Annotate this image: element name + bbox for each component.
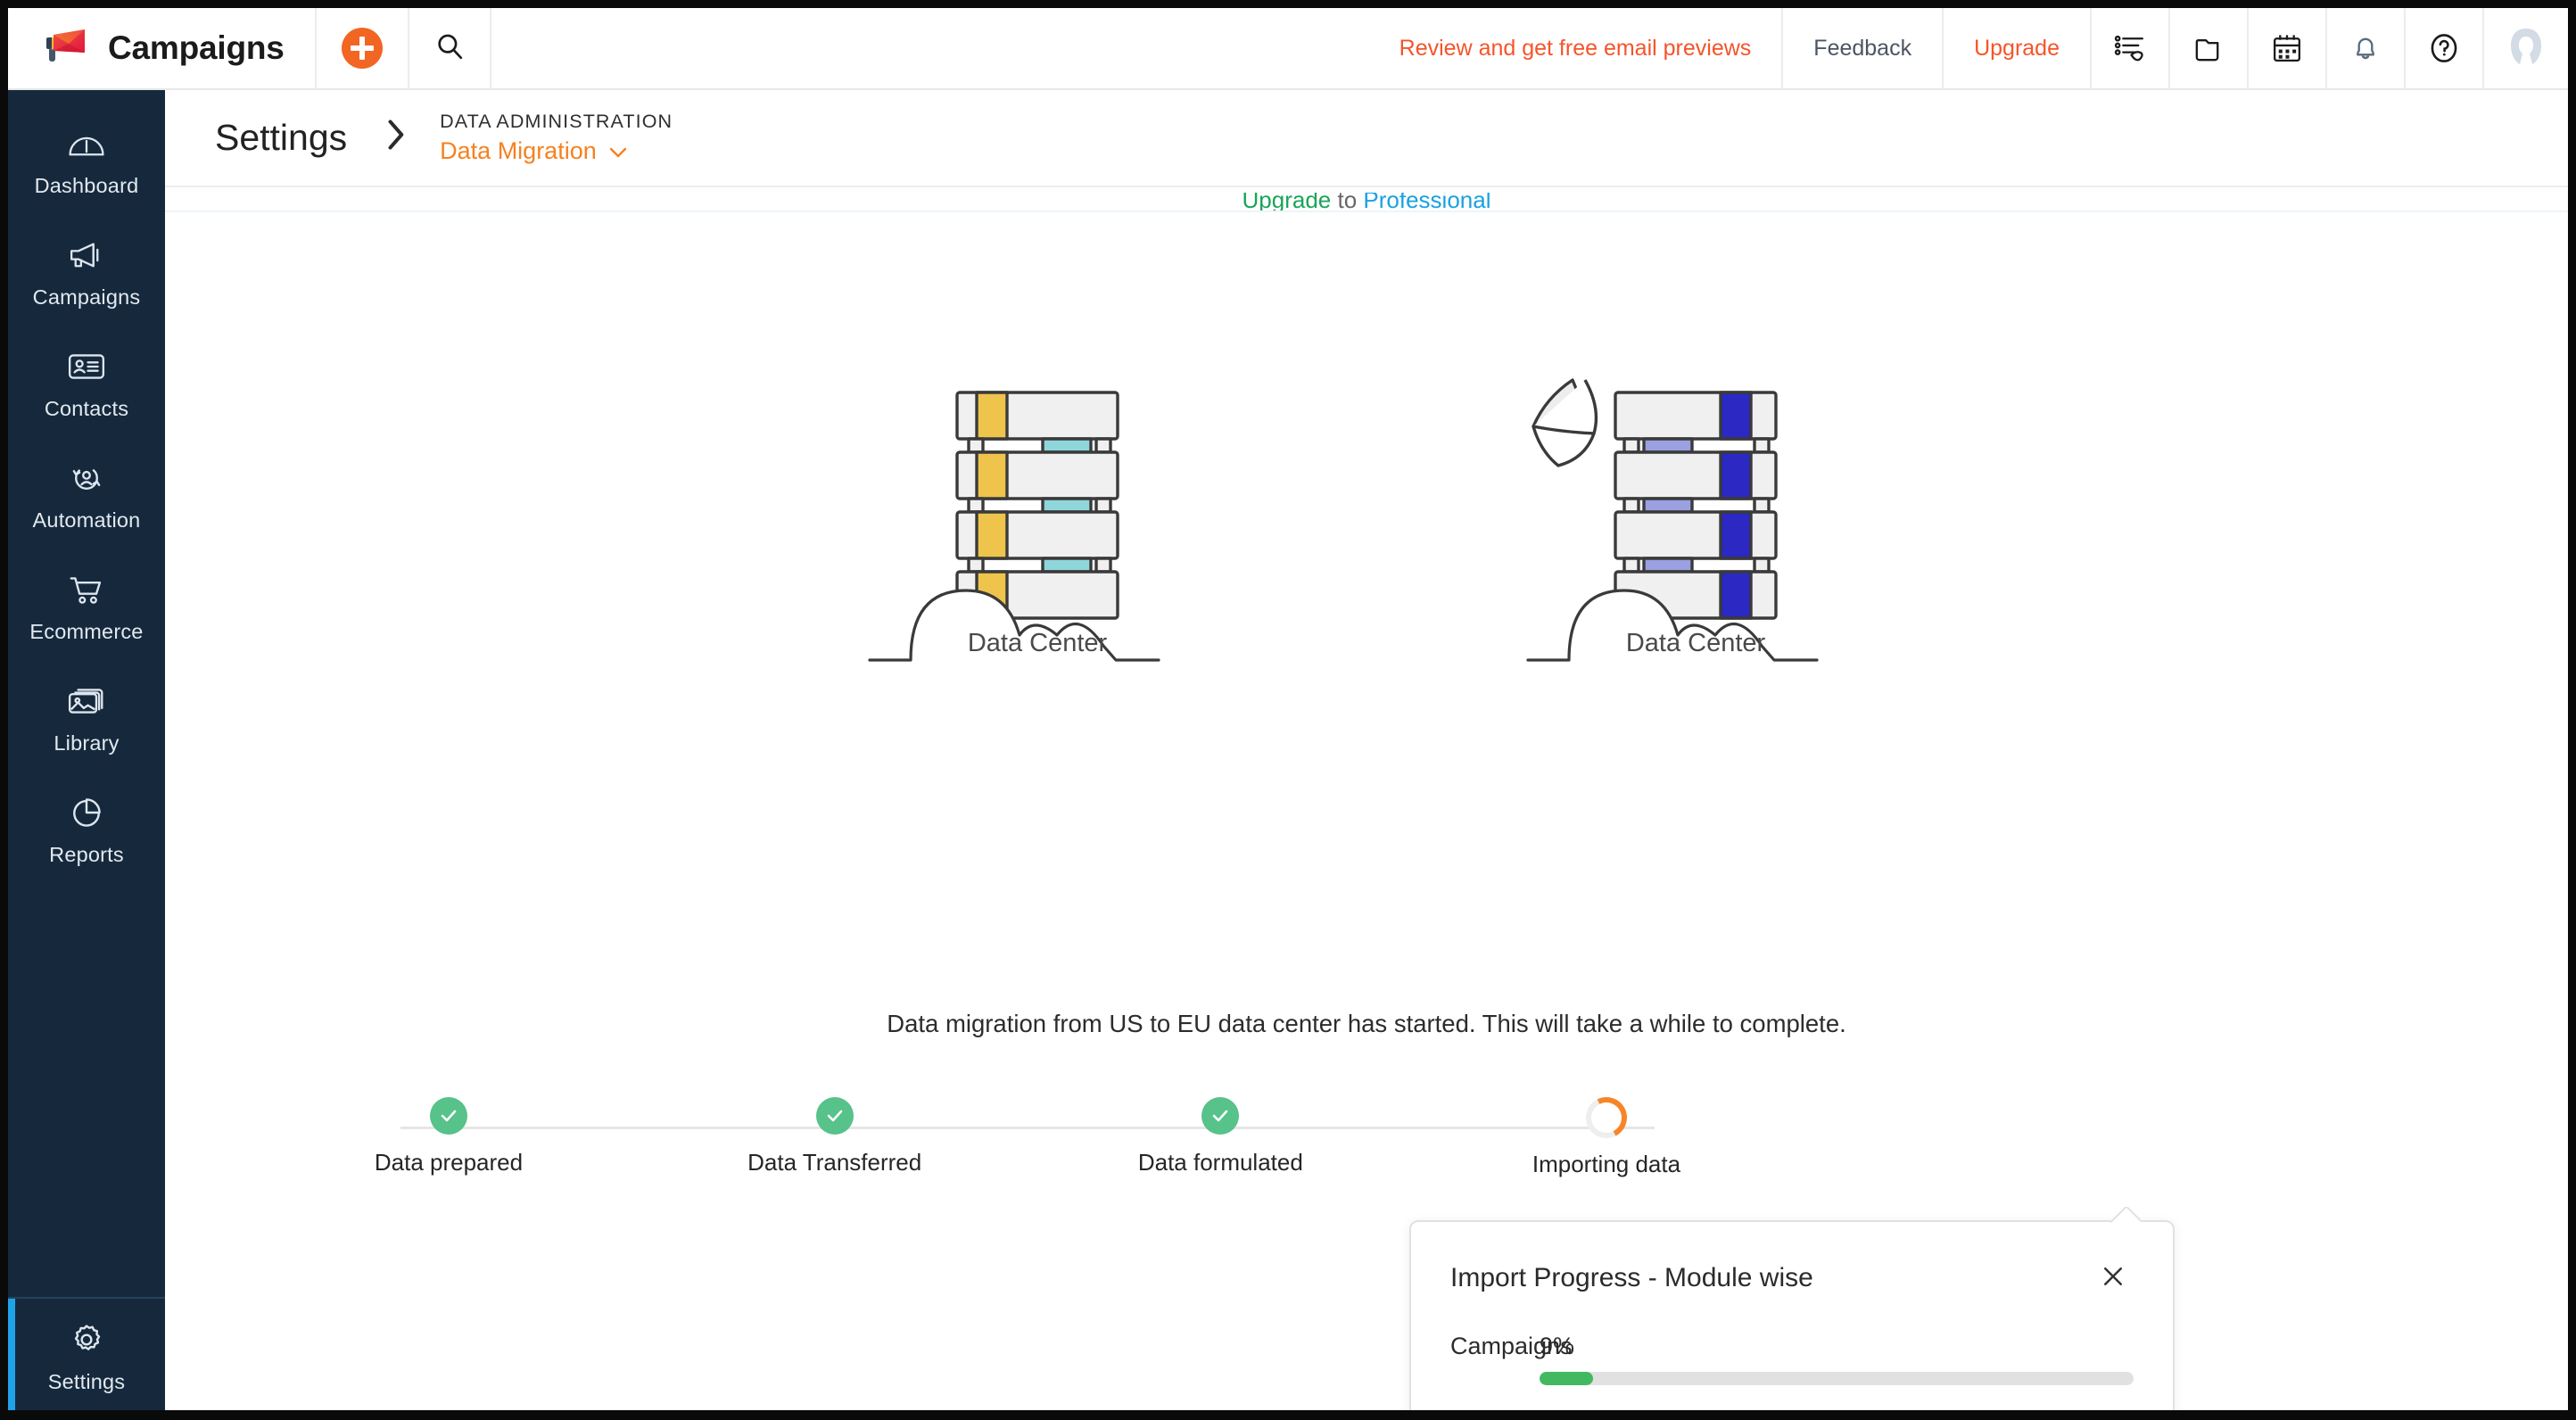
check-icon bbox=[815, 1097, 854, 1135]
sidebar-main-items: Dashboard Campaigns Contacts Automation … bbox=[8, 90, 165, 883]
brand-block[interactable]: Campaigns bbox=[8, 8, 317, 88]
pie-chart-icon bbox=[68, 789, 105, 836]
gear-icon bbox=[67, 1317, 106, 1363]
contact-card-icon bbox=[67, 343, 106, 390]
scrolled-banner-strip: Upgrade to Professional bbox=[165, 187, 2568, 212]
popup-header: Import Progress - Module wise bbox=[1411, 1222, 2173, 1295]
main-content: Upgrade to Professional Data Center Data… bbox=[165, 187, 2568, 1410]
top-bar: Campaigns Review and get free email prev… bbox=[8, 8, 2568, 90]
sidebar-item-label: Ecommerce bbox=[29, 620, 144, 643]
help-icon[interactable] bbox=[2404, 8, 2482, 88]
sidebar-item-label: Campaigns bbox=[32, 285, 141, 309]
bell-icon[interactable] bbox=[2325, 8, 2404, 88]
search-button-cell[interactable] bbox=[409, 8, 491, 88]
loading-spinner-icon bbox=[1580, 1092, 1632, 1143]
sidebar-item-campaigns[interactable]: Campaigns bbox=[8, 214, 165, 326]
progress-module-label: Campaigns bbox=[1450, 1333, 1573, 1359]
sidebar-item-reports[interactable]: Reports bbox=[8, 772, 165, 883]
calendar-icon[interactable] bbox=[2247, 8, 2325, 88]
data-center-caption: Data Center bbox=[1626, 629, 1766, 657]
import-progress-popup: Import Progress - Module wise Campaigns … bbox=[1409, 1220, 2175, 1410]
sidebar-item-settings[interactable]: Settings bbox=[8, 1297, 165, 1410]
stepper-steps: Data prepared Data Transferred Data form… bbox=[368, 1092, 1687, 1178]
progress-row-campaigns: Campaigns 9% bbox=[1450, 1333, 2134, 1385]
us-data-center-illustration: Data Center bbox=[850, 357, 1225, 714]
data-center-caption: Data Center bbox=[968, 629, 1108, 657]
eu-data-center-illustration: Data Center bbox=[1508, 357, 1883, 714]
banner-part-2: to bbox=[1337, 193, 1358, 211]
step-label: Data Transferred bbox=[747, 1149, 922, 1176]
progress-bar-track bbox=[1540, 1372, 2134, 1385]
megaphone-icon bbox=[45, 29, 88, 69]
brand-title: Campaigns bbox=[108, 29, 285, 66]
breadcrumb-current[interactable]: Data Migration bbox=[440, 137, 673, 165]
plus-icon[interactable] bbox=[341, 28, 383, 69]
chevron-down-icon[interactable] bbox=[608, 137, 628, 165]
funnel-icon bbox=[1532, 378, 1598, 467]
step-data-formulated[interactable]: Data formulated bbox=[1137, 1097, 1303, 1178]
progress-bar-fill bbox=[1540, 1372, 1593, 1385]
sidebar-item-label: Dashboard bbox=[34, 174, 139, 197]
check-icon bbox=[430, 1097, 467, 1135]
breadcrumb-current-label: Data Migration bbox=[440, 137, 597, 164]
search-icon[interactable] bbox=[434, 31, 465, 66]
sidebar-item-label: Contacts bbox=[44, 397, 129, 420]
gauge-icon bbox=[66, 120, 107, 167]
sidebar-item-contacts[interactable]: Contacts bbox=[8, 326, 165, 437]
sidebar-item-label: Reports bbox=[49, 843, 124, 866]
step-label: Data prepared bbox=[374, 1149, 524, 1176]
sidebar-item-ecommerce[interactable]: Ecommerce bbox=[8, 549, 165, 660]
page-title: Settings bbox=[215, 117, 348, 158]
check-icon bbox=[1201, 1097, 1240, 1135]
popup-arrow bbox=[2110, 1207, 2141, 1223]
banner-part-1: Upgrade bbox=[1242, 193, 1332, 211]
close-icon[interactable] bbox=[2100, 1263, 2126, 1295]
app-window: Campaigns Review and get free email prev… bbox=[0, 0, 2576, 1420]
step-data-prepared[interactable]: Data prepared bbox=[368, 1097, 529, 1178]
page-header: Settings DATA ADMINISTRATION Data Migrat… bbox=[165, 90, 2568, 187]
images-icon bbox=[67, 678, 106, 724]
sidebar-item-label: Settings bbox=[47, 1370, 126, 1393]
breadcrumb-kicker: DATA ADMINISTRATION bbox=[440, 111, 673, 132]
migration-stepper: Data prepared Data Transferred Data form… bbox=[368, 1092, 1687, 1178]
step-importing-data[interactable]: Importing data bbox=[1526, 1092, 1687, 1178]
add-button-cell[interactable] bbox=[317, 8, 409, 88]
step-data-transferred[interactable]: Data Transferred bbox=[747, 1097, 921, 1178]
feedback-link[interactable]: Feedback bbox=[1783, 8, 1942, 88]
banner-part-3: Professional bbox=[1363, 193, 1491, 211]
sidebar-item-library[interactable]: Library bbox=[8, 660, 165, 772]
popup-title: Import Progress - Module wise bbox=[1450, 1263, 1813, 1292]
step-label: Data formulated bbox=[1137, 1149, 1303, 1176]
scrolled-banner-text: Upgrade to Professional bbox=[1243, 193, 1491, 211]
sidebar-bottom-items: Settings bbox=[8, 1297, 165, 1410]
data-center-illustrations: Data Center Data Center bbox=[165, 357, 2568, 714]
folder-icon[interactable] bbox=[2168, 8, 2247, 88]
automation-icon bbox=[67, 455, 106, 501]
sidebar-item-automation[interactable]: Automation bbox=[8, 437, 165, 549]
popup-progress-rows: Campaigns 9% Contacts 85% bbox=[1411, 1295, 2173, 1410]
avatar[interactable] bbox=[2482, 8, 2568, 88]
sidebar-item-label: Automation bbox=[32, 508, 141, 532]
sidebar-item-label: Library bbox=[54, 731, 120, 755]
megaphone-icon bbox=[66, 232, 107, 278]
left-sidebar: Dashboard Campaigns Contacts Automation … bbox=[8, 90, 165, 1410]
chevron-right-icon bbox=[383, 117, 408, 159]
review-previews-link[interactable]: Review and get free email previews bbox=[1369, 8, 1782, 88]
sidebar-item-dashboard[interactable]: Dashboard bbox=[8, 103, 165, 214]
migration-status-message: Data migration from US to EU data center… bbox=[887, 1010, 1846, 1037]
tasks-icon[interactable] bbox=[2090, 8, 2168, 88]
progress-percent-label: 9% bbox=[1540, 1333, 1575, 1359]
cart-icon bbox=[67, 566, 106, 613]
breadcrumb: DATA ADMINISTRATION Data Migration bbox=[440, 111, 673, 165]
upgrade-link[interactable]: Upgrade bbox=[1944, 8, 2090, 88]
step-label: Importing data bbox=[1532, 1151, 1681, 1177]
